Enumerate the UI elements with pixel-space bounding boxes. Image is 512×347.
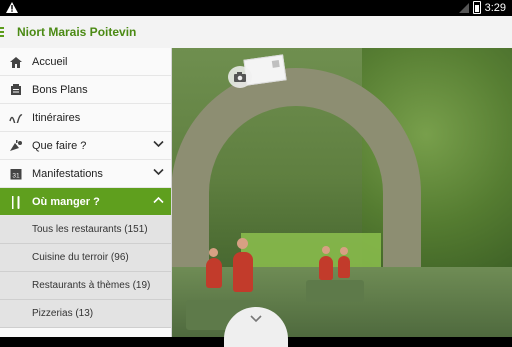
drawer-subitem-restaurants-a-themes[interactable]: Restaurants à thèmes (19)	[0, 272, 171, 300]
photo-head	[209, 248, 218, 257]
camera-icon[interactable]	[228, 66, 252, 88]
drawer-item-bons-plans[interactable]: Bons Plans	[0, 76, 171, 104]
drawer-item-itineraires[interactable]: Itinéraires	[0, 104, 171, 132]
chevron-down-icon	[153, 140, 164, 148]
photo-head	[237, 238, 248, 249]
drawer-subitem-pizzerias[interactable]: Pizzerias (13)	[0, 300, 171, 328]
photo-person	[338, 256, 350, 278]
drawer-item-label: Où manger ?	[32, 195, 100, 208]
drawer-subitem-label: Pizzerias (13)	[32, 308, 94, 319]
route-icon	[9, 111, 23, 125]
warning-icon	[6, 2, 18, 13]
chevron-down-icon	[153, 168, 164, 176]
drawer-item-label: Bons Plans	[32, 83, 88, 96]
drawer-subitem-label: Cuisine du terroir (96)	[32, 252, 129, 263]
chevron-up-icon	[153, 196, 164, 204]
photo-head	[322, 246, 330, 254]
chevron-down-icon	[250, 315, 262, 323]
home-icon	[9, 55, 23, 69]
drawer-item-label: Manifestations	[32, 167, 103, 180]
menu-icon[interactable]	[0, 27, 4, 37]
cutlery-icon	[9, 195, 23, 209]
app-title: Niort Marais Poitevin	[17, 25, 137, 39]
signal-icon	[458, 2, 469, 13]
drawer-subitem-cuisine-du-terroir[interactable]: Cuisine du terroir (96)	[0, 244, 171, 272]
photo-head	[340, 247, 348, 255]
drawer-subitem-tous-les-restaurants[interactable]: Tous les restaurants (151)	[0, 216, 171, 244]
navigation-drawer: Accueil Bons Plans Itinéraires Que faire…	[0, 48, 172, 337]
drawer-subitem-label: Restaurants à thèmes (19)	[32, 280, 151, 291]
battery-icon	[472, 1, 481, 14]
status-bar: 3:29	[0, 0, 512, 16]
drawer-item-que-faire[interactable]: Que faire ?	[0, 132, 171, 160]
header-photo	[171, 48, 512, 337]
coupon-icon	[9, 83, 23, 97]
drawer-item-label: Que faire ?	[32, 139, 87, 152]
clock: 3:29	[484, 1, 506, 14]
drawer-item-label: Itinéraires	[32, 111, 81, 124]
photo-person	[319, 256, 333, 280]
drawer-item-label: Accueil	[32, 55, 68, 68]
photo-person	[233, 252, 253, 292]
drawer-item-manifestations[interactable]: 31 Manifestations	[0, 160, 171, 188]
photo-boat	[306, 280, 364, 302]
calendar-icon: 31	[9, 167, 23, 181]
status-right: 3:29	[458, 1, 506, 14]
activities-icon	[9, 139, 23, 153]
drawer-subitem-label: Tous les restaurants (151)	[32, 224, 148, 235]
drawer-item-accueil[interactable]: Accueil	[0, 48, 171, 76]
photo-person	[206, 258, 222, 288]
photo-grass	[241, 233, 381, 271]
drawer-item-ou-manger[interactable]: Où manger ?	[0, 188, 171, 216]
svg-text:31: 31	[12, 173, 20, 180]
app-bar: Niort Marais Poitevin	[0, 16, 512, 49]
